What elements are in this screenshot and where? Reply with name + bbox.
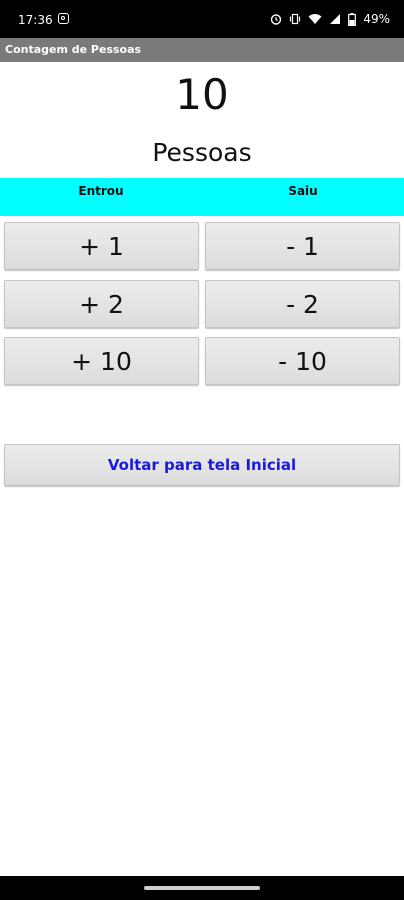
saiu-header: Saiu bbox=[288, 184, 318, 198]
minus-1-button[interactable]: - 1 bbox=[205, 222, 400, 270]
battery-percentage: 49% bbox=[363, 12, 390, 26]
plus-1-button[interactable]: + 1 bbox=[4, 222, 199, 270]
back-to-home-button[interactable]: Voltar para tela Inicial bbox=[4, 444, 400, 486]
wifi-icon bbox=[308, 14, 322, 24]
home-gesture-handle[interactable] bbox=[144, 886, 260, 890]
battery-icon bbox=[348, 12, 357, 26]
vibrate-icon bbox=[290, 13, 301, 25]
people-count: 10 bbox=[175, 70, 229, 119]
status-time: 17:36 bbox=[18, 13, 53, 27]
entrou-header: Entrou bbox=[78, 184, 124, 198]
navigation-bar bbox=[0, 876, 404, 900]
app-title-bar: Contagem de Pessoas bbox=[0, 38, 404, 62]
plus-2-button[interactable]: + 2 bbox=[4, 280, 199, 328]
minus-2-button[interactable]: - 2 bbox=[205, 280, 400, 328]
people-count-label: Pessoas bbox=[152, 138, 252, 167]
plus-10-button[interactable]: + 10 bbox=[4, 337, 199, 385]
minus-10-button[interactable]: - 10 bbox=[205, 337, 400, 385]
signal-icon bbox=[330, 14, 341, 24]
alarm-icon bbox=[271, 14, 282, 25]
column-header-band: Entrou Saiu bbox=[0, 178, 404, 216]
instagram-icon bbox=[58, 13, 69, 24]
status-icons: 49% bbox=[270, 12, 390, 26]
status-bar: 17:36 49% bbox=[0, 0, 404, 38]
